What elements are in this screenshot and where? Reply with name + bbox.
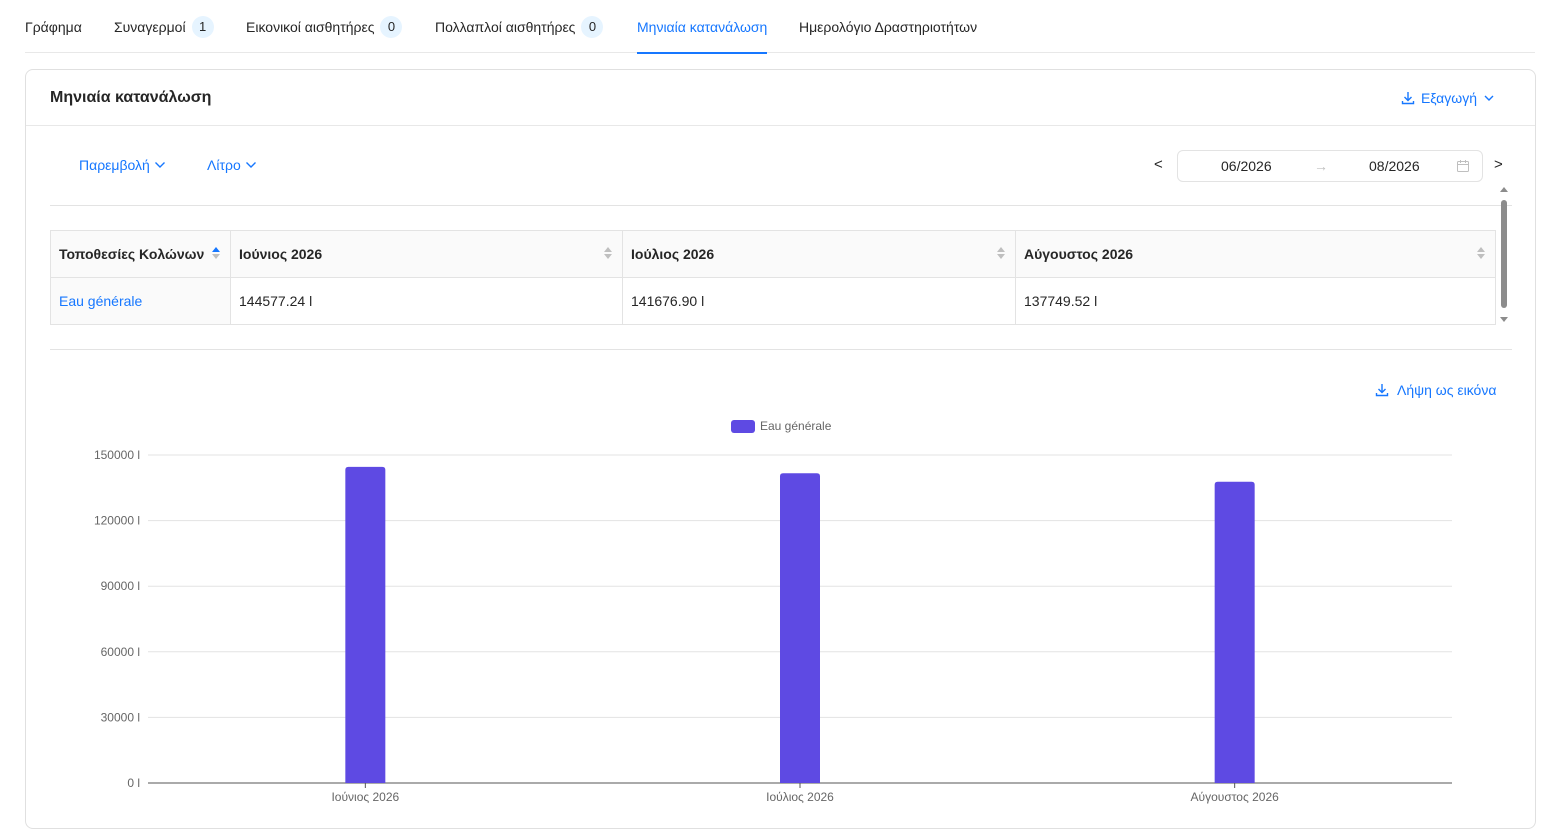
x-tick-label: Ιούλιος 2026 [766,790,834,804]
tab-label: Μηνιαία κατανάλωση [637,18,768,35]
tab-monthly-consumption[interactable]: Μηνιαία κατανάλωση [637,0,768,54]
tab-alarms[interactable]: Συναγερμοί 1 [114,0,214,53]
monthly-consumption-card: Μηνιαία κατανάλωση Εξαγωγή Παρεμβολή Λίτ… [25,69,1536,829]
consumption-bar-chart: 0 l 30000 l 60000 l 90000 l 120000 l 150000 l… [94,419,1452,804]
tab-label: Πολλαπλοί αισθητήρες [435,18,576,35]
bar[interactable] [345,466,386,783]
tab-label: Ημερολόγιο Δραστηριοτήτων [799,18,978,35]
count-badge: 0 [380,15,403,38]
tab-bar: Γράφημα Συναγερμοί 1 Εικονικοί αισθητήρες… [25,0,1535,54]
count-badge: 1 [191,15,214,38]
y-tick-label: 90000 l [101,579,140,593]
count-badge: 0 [581,15,604,38]
x-tick-label: Ιούνιος 2026 [331,790,399,804]
tab-virtual-sensors[interactable]: Εικονικοί αισθητήρες 0 [246,0,403,53]
y-tick-label: 150000 l [94,448,140,462]
bar[interactable] [780,473,820,783]
x-tick-label: Αύγουστος 2026 [1191,790,1280,804]
y-tick-label: 120000 l [94,514,140,528]
y-tick-label: 30000 l [101,710,140,724]
legend-swatch[interactable] [731,420,755,433]
tab-label: Γράφημα [25,18,82,35]
y-tick-label: 60000 l [101,645,140,659]
tab-activity-log[interactable]: Ημερολόγιο Δραστηριοτήτων [799,0,977,53]
tab-multi-sensors[interactable]: Πολλαπλοί αισθητήρες 0 [435,0,604,53]
tab-label: Συναγερμοί [114,18,186,35]
tab-chart[interactable]: Γράφημα [25,0,82,53]
legend-label[interactable]: Eau générale [760,419,832,433]
y-tick-label: 0 l [127,776,140,790]
bar[interactable] [1214,481,1255,783]
tab-label: Εικονικοί αισθητήρες [246,18,375,35]
